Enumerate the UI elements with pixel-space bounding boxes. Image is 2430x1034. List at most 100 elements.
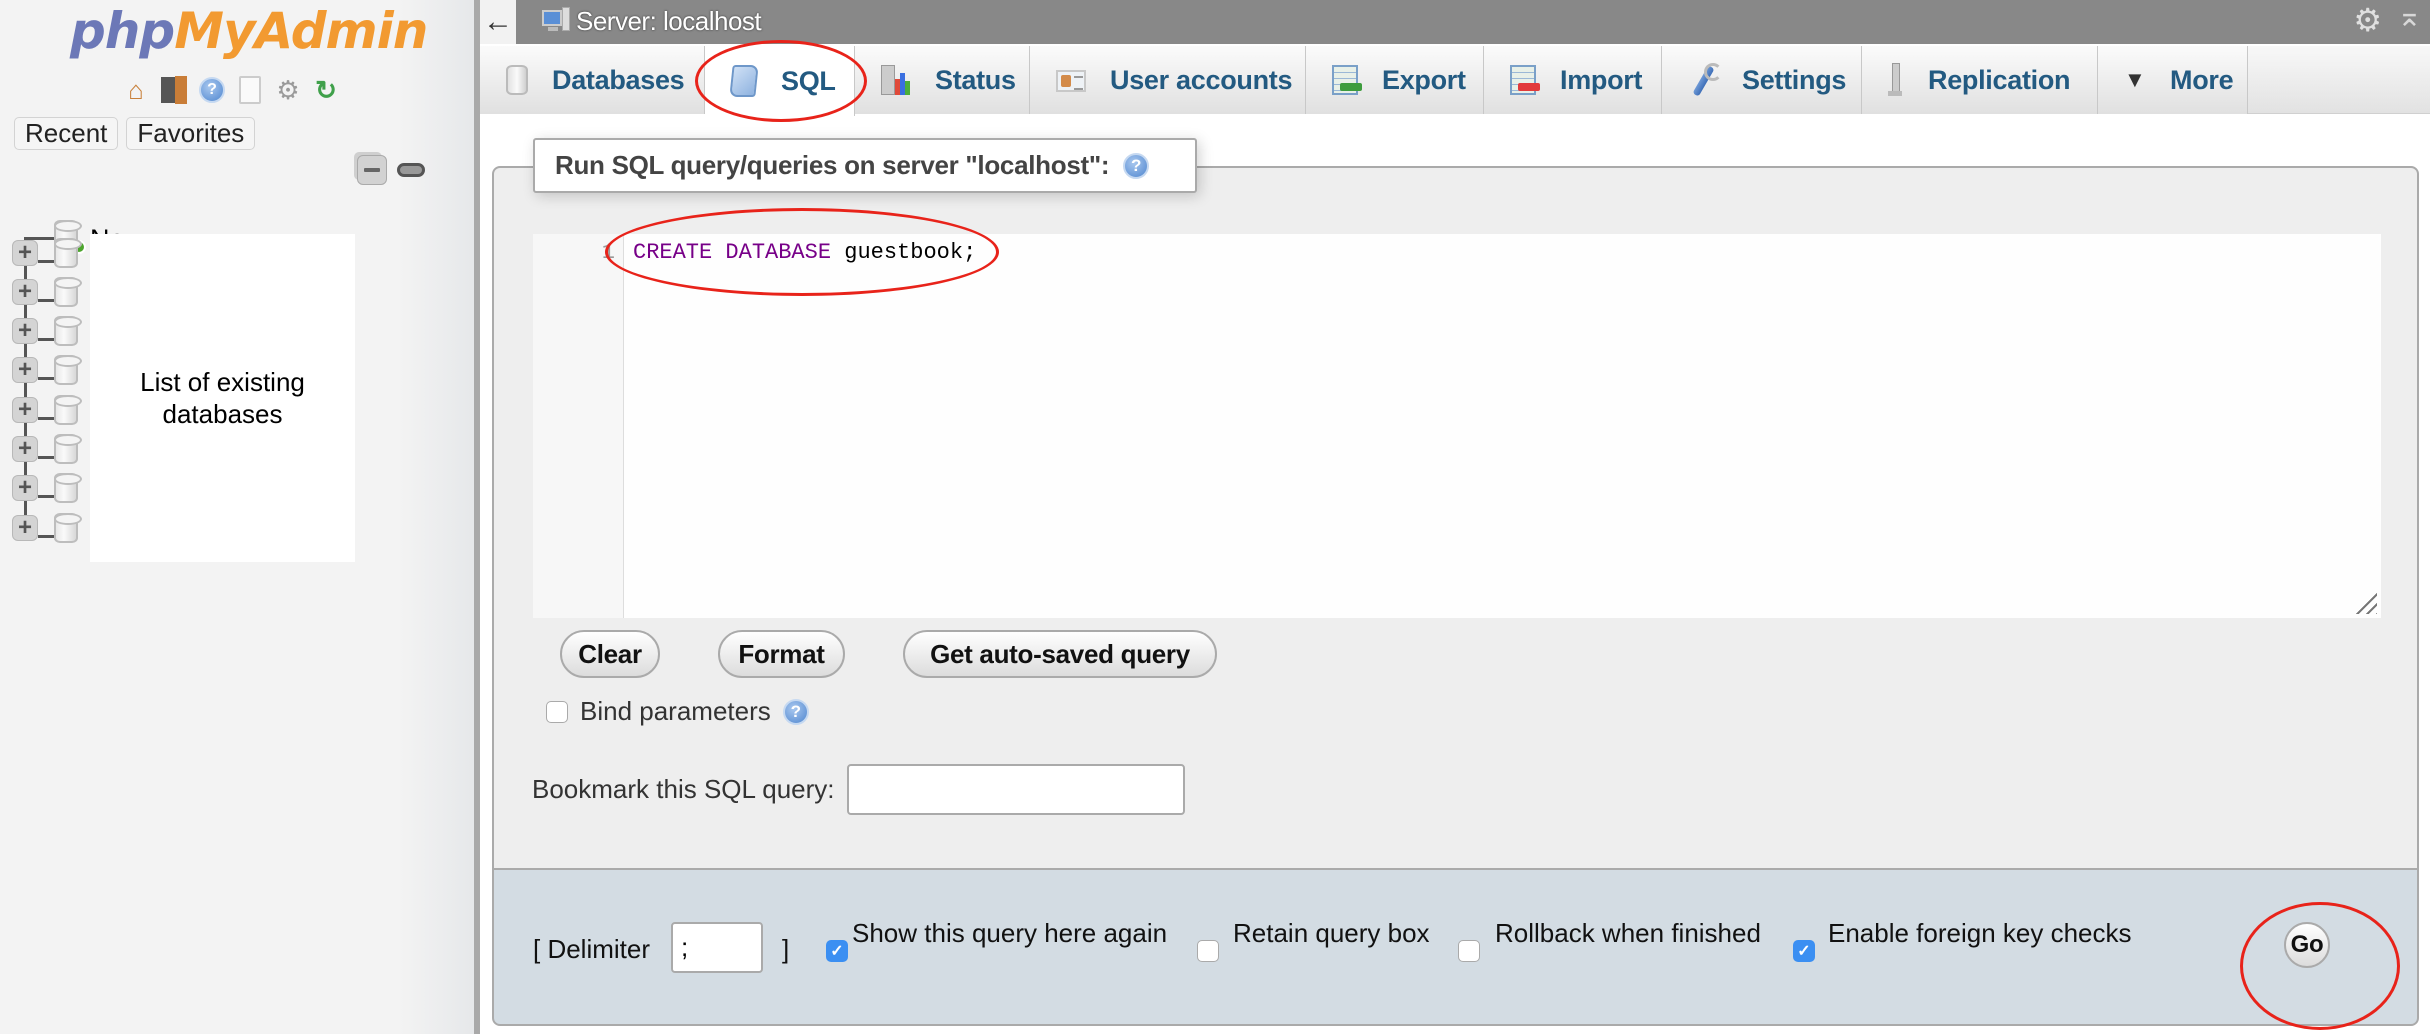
sql-keyword: CREATE <box>633 240 713 265</box>
collapse-top-menu-icon[interactable]: ⌅ <box>2397 2 2422 32</box>
show-query-again-label: Show this query here again <box>852 918 1168 948</box>
editor-resize-handle-icon[interactable] <box>2353 590 2377 614</box>
recent-button[interactable]: Recent <box>14 117 119 150</box>
sql-code-line: CREATE DATABASE guestbook; <box>633 240 976 265</box>
wrench-icon <box>1688 63 1722 97</box>
tree-connector-line <box>38 338 54 341</box>
bookmark-name-input[interactable] <box>846 764 1185 815</box>
tab-databases[interactable]: Databases <box>480 46 705 114</box>
tab-replication[interactable]: Replication <box>1862 46 2098 114</box>
help-icon[interactable]: ? <box>1123 152 1150 179</box>
tree-connector-line <box>38 260 54 263</box>
line-number: 1 <box>601 240 615 265</box>
tree-database-row[interactable]: + <box>10 238 100 276</box>
tab-settings[interactable]: Settings <box>1662 46 1862 114</box>
expand-plus-icon[interactable]: + <box>12 318 38 344</box>
bind-parameters-label: Bind parameters <box>580 696 771 726</box>
phpmyadmin-logo[interactable]: phpMyAdmin <box>70 2 428 60</box>
expand-plus-icon[interactable]: + <box>12 515 38 541</box>
expand-plus-icon[interactable]: + <box>12 240 38 266</box>
reload-icon[interactable]: ↻ <box>310 74 342 106</box>
favorites-button[interactable]: Favorites <box>126 117 256 150</box>
database-icon <box>54 277 82 307</box>
rollback-when-finished-checkbox[interactable] <box>1458 940 1480 962</box>
help-icon[interactable]: ? <box>196 74 228 106</box>
collapse-sidebar-button[interactable]: ← <box>480 0 516 44</box>
sql-query-editor[interactable]: 1 CREATE DATABASE guestbook; <box>533 234 2381 618</box>
tab-more[interactable]: ▼ More <box>2098 46 2248 114</box>
tab-label: Import <box>1560 64 1643 95</box>
delimiter-label: [ Delimiter <box>533 934 651 964</box>
tab-label: Settings <box>1742 64 1847 95</box>
tree-database-row[interactable]: + <box>10 513 100 551</box>
expand-plus-icon[interactable]: + <box>12 279 38 305</box>
replication-icon <box>1888 63 1904 97</box>
server-breadcrumb-bar: ← Server: localhost ⚙ ⌅ <box>480 0 2430 44</box>
clear-button[interactable]: Clear <box>560 630 660 678</box>
database-icon <box>54 434 82 464</box>
database-icon <box>54 316 82 346</box>
recent-favorites-tabs: Recent Favorites <box>14 117 256 150</box>
tree-database-row[interactable]: + <box>10 277 100 315</box>
delimiter-input[interactable] <box>671 922 763 973</box>
tab-label: Status <box>935 64 1016 95</box>
sql-fieldset-legend: Run SQL query/queries on server "localho… <box>533 138 1197 193</box>
tree-database-row[interactable]: + <box>10 395 100 433</box>
navigation-sidebar: phpMyAdmin ⌂ ? ⚙ ↻ Recent Favorites New <box>0 0 474 1034</box>
bind-parameters-checkbox[interactable] <box>546 700 568 723</box>
server-breadcrumb-link[interactable]: Server: localhost <box>576 6 762 37</box>
expand-plus-icon[interactable]: + <box>12 397 38 423</box>
show-query-again-checkbox[interactable]: ✓ <box>826 940 848 962</box>
expand-plus-icon[interactable]: + <box>12 357 38 383</box>
tree-connector-line <box>38 495 54 498</box>
help-icon[interactable]: ? <box>782 698 809 725</box>
tab-label: Export <box>1382 64 1466 95</box>
line-number-gutter: 1 <box>533 234 624 618</box>
tab-status[interactable]: Status <box>855 46 1030 114</box>
status-chart-icon <box>881 65 911 95</box>
tree-database-row[interactable]: + <box>10 434 100 472</box>
tab-label: User accounts <box>1110 64 1293 95</box>
tree-database-row[interactable]: + <box>10 316 100 354</box>
sidebar-resize-divider[interactable] <box>474 0 480 1034</box>
sql-legend-text: Run SQL query/queries on server "localho… <box>555 150 1110 180</box>
tree-connector-line <box>38 377 54 380</box>
expand-plus-icon[interactable]: + <box>12 475 38 501</box>
sql-identifier: guestbook; <box>831 240 977 265</box>
rollback-when-finished-label: Rollback when finished <box>1495 918 1761 948</box>
expand-plus-icon[interactable]: + <box>12 436 38 462</box>
tree-connector-line <box>38 535 54 538</box>
tree-database-row[interactable]: + <box>10 355 100 393</box>
sql-scroll-icon <box>729 65 759 97</box>
documentation-icon[interactable] <box>234 74 266 106</box>
tab-user-accounts[interactable]: User accounts <box>1030 46 1306 114</box>
go-button[interactable]: Go <box>2284 922 2330 968</box>
tab-label: SQL <box>781 65 836 96</box>
triangle-down-icon: ▼ <box>2124 67 2146 92</box>
tree-database-row[interactable]: + <box>10 473 100 511</box>
settings-icon[interactable]: ⚙ <box>272 74 304 106</box>
logout-icon[interactable] <box>158 74 190 106</box>
database-icon <box>54 355 82 385</box>
user-card-icon <box>1056 70 1086 92</box>
retain-query-box-label: Retain query box <box>1233 918 1430 948</box>
link-with-main-icon[interactable] <box>397 163 425 177</box>
tab-import[interactable]: Import <box>1484 46 1662 114</box>
tab-export[interactable]: Export <box>1306 46 1484 114</box>
tree-connector-line <box>38 299 54 302</box>
page-settings-gear-icon[interactable]: ⚙ <box>2353 4 2382 36</box>
sql-keyword: DATABASE <box>725 240 832 265</box>
sidebar-quick-icons: ⌂ ? ⚙ ↻ <box>120 74 342 106</box>
retain-query-box-checkbox[interactable] <box>1197 940 1219 962</box>
foreign-key-checks-checkbox[interactable]: ✓ <box>1793 940 1815 962</box>
home-icon[interactable]: ⌂ <box>120 74 152 106</box>
tab-sql[interactable]: SQL <box>705 46 855 116</box>
delimiter-close-bracket: ] <box>782 934 790 964</box>
get-auto-saved-query-button[interactable]: Get auto-saved query <box>903 630 1217 678</box>
tree-connector-line <box>38 456 54 459</box>
collapse-all-icon[interactable] <box>357 155 387 185</box>
bookmark-label: Bookmark this SQL query: <box>532 774 835 804</box>
format-button[interactable]: Format <box>718 630 845 678</box>
database-icon <box>54 395 82 425</box>
database-list-overlay-note: List of existing databases <box>90 234 355 562</box>
